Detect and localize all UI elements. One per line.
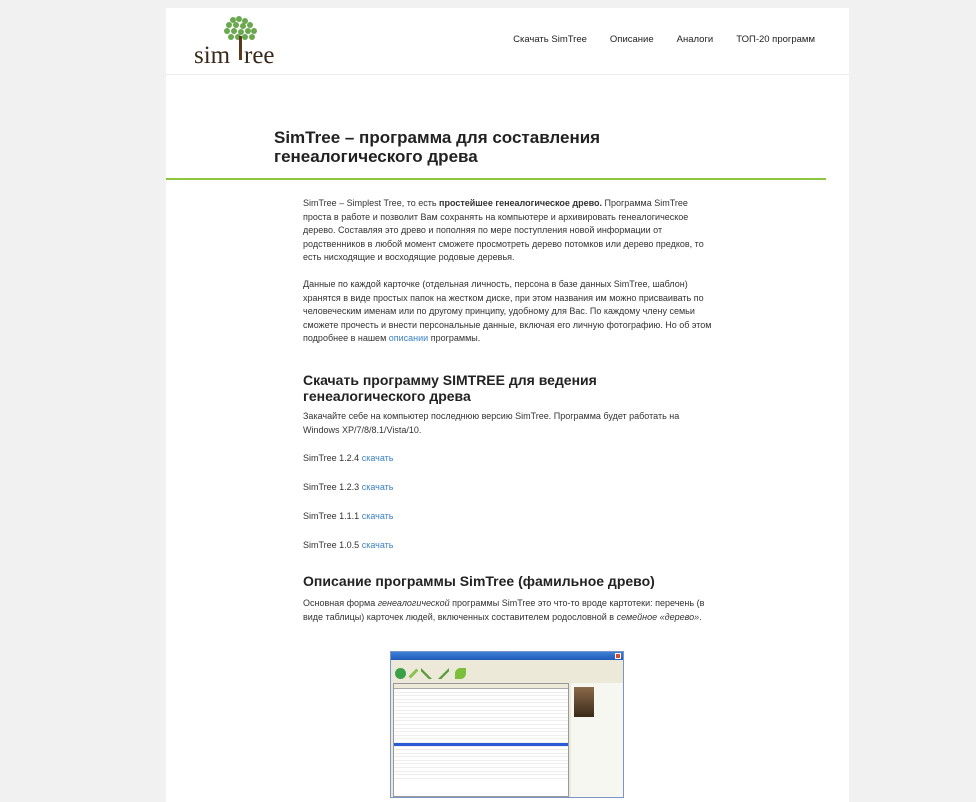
download-link[interactable]: скачать [362, 453, 394, 463]
intro-p1-text: SimTree – Simplest Tree, то есть [303, 198, 440, 208]
program-screenshot [390, 651, 624, 798]
nav-description[interactable]: Описание [610, 34, 654, 45]
add-icon [395, 668, 406, 679]
download-link[interactable]: скачать [362, 511, 394, 521]
intro-paragraph-2: Данные по каждой карточке (отдельная лич… [303, 278, 715, 346]
intro-p2-rest: программы. [428, 333, 481, 343]
tree-down-icon [421, 668, 432, 679]
desc-text-3: . [699, 611, 702, 622]
person-photo [574, 687, 594, 717]
intro-text: SimTree – Simplest Tree, то есть простей… [303, 197, 715, 359]
version-name: SimTree 1.2.3 [303, 482, 360, 492]
title-block: SimTree – программа для составления гене… [166, 128, 826, 180]
description-text: Основная форма генеалогической программы… [303, 597, 718, 624]
download-text: Закачайте себе на компьютер последнюю ве… [303, 411, 680, 435]
download-item: SimTree 1.0.5 скачать [303, 540, 393, 550]
svg-text:sim: sim [194, 42, 231, 69]
svg-text:ree: ree [244, 42, 275, 69]
screenshot-grid [393, 683, 569, 797]
edit-icon [408, 668, 419, 679]
intro-p2-text: Данные по каждой карточке (отдельная лич… [303, 279, 712, 343]
screenshot-titlebar [391, 652, 623, 660]
download-item: SimTree 1.2.4 скачать [303, 453, 393, 463]
download-link[interactable]: скачать [362, 482, 394, 492]
nav-analogs[interactable]: Аналоги [677, 34, 714, 45]
tree-up-icon [438, 668, 449, 679]
description-heading: Описание программы SimTree (фамильное др… [303, 573, 655, 589]
desc-text-1: Основная форма [303, 598, 378, 608]
version-name: SimTree 1.0.5 [303, 540, 360, 550]
screenshot-side-panel [571, 683, 623, 797]
desc-em-1: генеалогической [377, 598, 450, 608]
desc-em-2: семейное «дерево» [616, 611, 700, 622]
close-icon [615, 653, 621, 659]
intro-paragraph-1: SimTree – Simplest Tree, то есть простей… [303, 197, 715, 265]
version-name: SimTree 1.2.4 [303, 453, 360, 463]
simtree-logo[interactable]: sim ree [193, 14, 283, 70]
leaf-icon [455, 668, 466, 679]
download-item: SimTree 1.2.3 скачать [303, 482, 393, 492]
site-header: sim ree Скачать SimTree Описание Аналоги… [166, 8, 849, 75]
screenshot-toolbar [391, 666, 623, 681]
nav-top20[interactable]: ТОП-20 программ [736, 34, 815, 45]
main-nav: Скачать SimTree Описание Аналоги ТОП-20 … [513, 34, 815, 45]
page-title: SimTree – программа для составления гене… [274, 128, 601, 166]
description-link[interactable]: описании [389, 333, 428, 343]
intro-p1-bold: простейшее генеалогическое древо. [439, 198, 603, 208]
version-name: SimTree 1.1.1 [303, 511, 360, 521]
download-heading: Скачать программу SIMTREE для ведения ге… [303, 372, 597, 404]
download-item: SimTree 1.1.1 скачать [303, 511, 393, 521]
nav-download[interactable]: Скачать SimTree [513, 34, 587, 45]
download-link[interactable]: скачать [362, 540, 394, 550]
page: sim ree Скачать SimTree Описание Аналоги… [166, 8, 849, 802]
